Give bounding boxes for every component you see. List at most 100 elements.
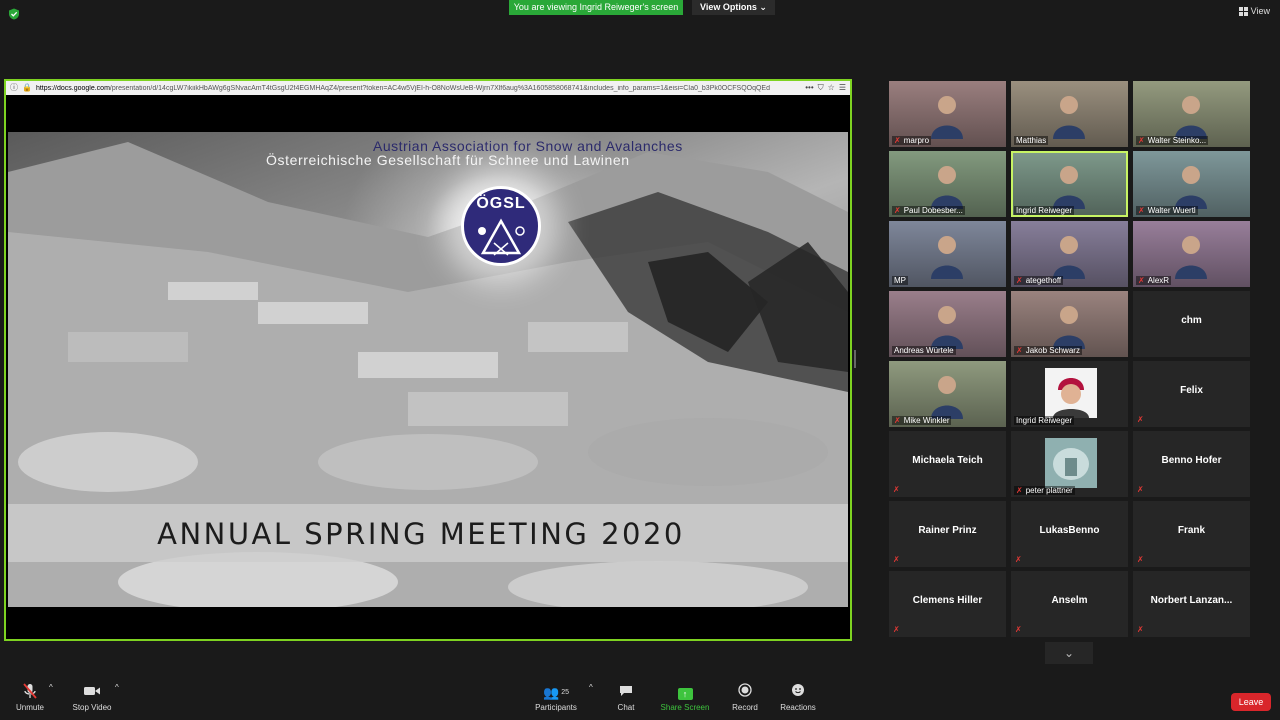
- chat-button[interactable]: Chat: [612, 683, 640, 712]
- presentation-slide: Austrian Association for Snow and Avalan…: [8, 132, 848, 607]
- participant-tile[interactable]: Felix ✗: [1133, 361, 1250, 427]
- participant-name: Anselm: [1051, 595, 1088, 606]
- participant-tile[interactable]: ✗ marpro: [889, 81, 1006, 147]
- participant-name: Michaela Teich: [912, 455, 983, 466]
- share-screen-button[interactable]: ↑ Share Screen: [659, 683, 711, 712]
- participant-tile[interactable]: Rainer Prinz ✗: [889, 501, 1006, 567]
- participant-tile[interactable]: Michaela Teich ✗: [889, 431, 1006, 497]
- record-button[interactable]: Record: [730, 683, 760, 712]
- participant-tile[interactable]: ✗ Walter Steinko...: [1133, 81, 1250, 147]
- participant-name: Rainer Prinz: [918, 525, 977, 536]
- participant-name: ✗ Mike Winkler: [892, 416, 952, 425]
- participant-tile[interactable]: LukasBenno ✗: [1011, 501, 1128, 567]
- participant-tile[interactable]: chm: [1133, 291, 1250, 357]
- reactions-label: Reactions: [780, 703, 816, 712]
- muted-mic-icon: ✗: [894, 416, 901, 425]
- participant-name: Ingrid Reiweger: [1014, 206, 1075, 215]
- star-bookmark-icon[interactable]: ☆: [828, 81, 835, 95]
- participant-name: Felix: [1180, 385, 1203, 396]
- chat-label: Chat: [617, 703, 635, 712]
- participant-name: Clemens Hiller: [912, 595, 983, 606]
- audio-options-caret-icon[interactable]: ^: [49, 683, 53, 692]
- participants-count: 25: [561, 689, 569, 696]
- participant-tile[interactable]: Ingrid Reiweger: [1011, 151, 1128, 217]
- pocket-icon[interactable]: ⛉: [818, 81, 824, 95]
- viewing-screen-banner: You are viewing Ingrid Reiweger's screen: [509, 0, 683, 15]
- participant-name: Matthias: [1014, 136, 1049, 145]
- participant-tile[interactable]: Anselm ✗: [1011, 571, 1128, 637]
- logo-text: ÖGSL: [476, 195, 526, 212]
- gallery-grid-icon: [1238, 6, 1248, 16]
- smiley-plus-icon: [779, 683, 817, 703]
- participant-video-silhouette: [931, 236, 963, 279]
- participant-tile[interactable]: ✗ AlexR: [1133, 221, 1250, 287]
- url-path: /presentation/d/14cgLW7ikiikHbAWg6gSNvac…: [109, 84, 770, 92]
- participant-name: ✗ Walter Wuertl: [1136, 206, 1198, 215]
- participant-name-text: Ingrid Reiweger: [1016, 206, 1073, 215]
- muted-mic-icon: ✗: [894, 136, 901, 145]
- muted-mic-icon: ✗: [893, 485, 900, 494]
- participant-name-text: Walter Wuertl: [1147, 206, 1196, 215]
- participants-options-caret-icon[interactable]: ^: [589, 683, 593, 692]
- participant-name-text: MP: [894, 276, 906, 285]
- participant-tile[interactable]: Ingrid Reiweger: [1011, 361, 1128, 427]
- participant-tile[interactable]: ✗ ategethoff: [1011, 221, 1128, 287]
- participant-name: Benno Hofer: [1161, 455, 1222, 466]
- participant-tile[interactable]: ✗ Walter Wuertl: [1133, 151, 1250, 217]
- oegsl-logo: ÖGSL: [461, 186, 541, 266]
- url-text[interactable]: https://docs.google.com/presentation/d/1…: [36, 85, 801, 92]
- view-options-button[interactable]: View Options ⌄: [692, 0, 775, 15]
- participant-name: ✗ Paul Dobesber...: [892, 206, 965, 215]
- participants-button[interactable]: 👥 25 Participants: [533, 683, 579, 712]
- view-toggle[interactable]: View: [1238, 6, 1270, 16]
- unmute-button[interactable]: Unmute: [14, 683, 46, 712]
- participant-name: chm: [1181, 315, 1202, 326]
- participant-video-silhouette: [1053, 96, 1085, 139]
- muted-mic-icon: ✗: [893, 625, 900, 634]
- participant-tile[interactable]: Matthias: [1011, 81, 1128, 147]
- participant-tile[interactable]: ✗ Paul Dobesber...: [889, 151, 1006, 217]
- muted-mic-icon: ✗: [893, 555, 900, 564]
- video-options-caret-icon[interactable]: ^: [115, 683, 119, 692]
- slide-title: ANNUAL SPRING MEETING 2020: [157, 517, 685, 551]
- leave-button[interactable]: Leave: [1231, 693, 1271, 711]
- shared-screen: ⓘ 🔒 https://docs.google.com/presentation…: [4, 79, 852, 641]
- panel-resize-handle[interactable]: [854, 350, 856, 368]
- participant-tile[interactable]: ✗ Mike Winkler: [889, 361, 1006, 427]
- muted-mic-icon: ✗: [1016, 486, 1023, 495]
- muted-mic-icon: ✗: [1016, 346, 1023, 355]
- zoom-meeting-window: You are viewing Ingrid Reiweger's screen…: [0, 0, 1280, 720]
- participant-video-silhouette: [1053, 166, 1085, 209]
- participant-tile[interactable]: Benno Hofer ✗: [1133, 431, 1250, 497]
- participant-tile[interactable]: Clemens Hiller ✗: [889, 571, 1006, 637]
- reactions-button[interactable]: Reactions: [779, 683, 817, 712]
- participant-tile[interactable]: MP: [889, 221, 1006, 287]
- participant-tile[interactable]: Norbert Lanzan... ✗: [1133, 571, 1250, 637]
- unmute-label: Unmute: [15, 703, 44, 712]
- slide-subtitle-german: Österreichische Gesellschaft für Schnee …: [266, 152, 630, 168]
- participant-video-silhouette: [1175, 236, 1207, 279]
- participant-tile[interactable]: Andreas Würtele: [889, 291, 1006, 357]
- participant-profile-picture: [1045, 368, 1097, 418]
- participant-tile[interactable]: ✗ peter plattner: [1011, 431, 1128, 497]
- participant-name: MP: [892, 276, 908, 285]
- participant-tile[interactable]: ✗ Jakob Schwarz: [1011, 291, 1128, 357]
- security-shield-icon[interactable]: [8, 8, 20, 20]
- muted-mic-icon: ✗: [1137, 625, 1144, 634]
- muted-mic-icon: ✗: [1138, 206, 1145, 215]
- participant-name-text: peter plattner: [1025, 486, 1073, 495]
- participant-name: ✗ ategethoff: [1014, 276, 1064, 285]
- participant-video-silhouette: [931, 306, 963, 349]
- more-dots-icon[interactable]: •••: [805, 81, 813, 95]
- browser-address-bar[interactable]: ⓘ 🔒 https://docs.google.com/presentation…: [6, 81, 850, 95]
- stop-video-button[interactable]: Stop Video: [70, 683, 114, 712]
- participant-tile[interactable]: Frank ✗: [1133, 501, 1250, 567]
- stop-video-label: Stop Video: [72, 703, 112, 712]
- url-host: https://docs.google.com: [35, 84, 110, 92]
- info-icon[interactable]: ⓘ: [10, 81, 18, 95]
- participant-name-text: Matthias: [1016, 136, 1047, 145]
- menu-icon[interactable]: ☰: [839, 81, 846, 95]
- gallery-scroll-down-button[interactable]: ⌄: [1045, 642, 1093, 664]
- participant-name: LukasBenno: [1039, 525, 1100, 536]
- participant-name: ✗ Jakob Schwarz: [1014, 346, 1082, 355]
